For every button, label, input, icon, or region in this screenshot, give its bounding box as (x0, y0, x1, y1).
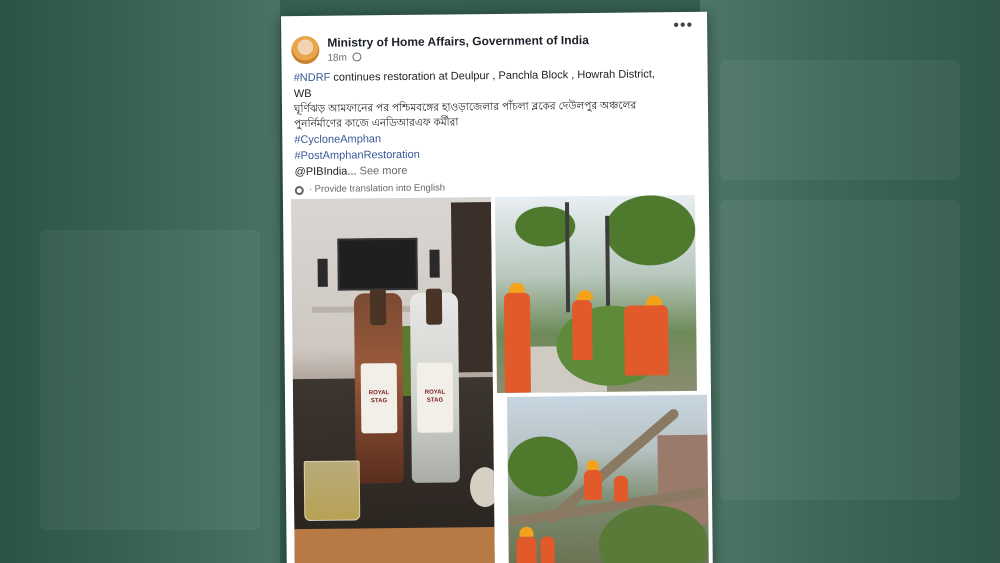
drink-glass (303, 460, 361, 522)
post-line: @PIBIndia... See more (295, 160, 697, 180)
television (337, 237, 418, 291)
post-meta: 18m (327, 52, 362, 64)
helmet (576, 289, 594, 301)
globe-icon (352, 52, 362, 62)
background-ghost-panel (720, 200, 960, 500)
background-ghost-panel (720, 60, 960, 180)
worker (583, 459, 603, 501)
whisky-bottle: ROYAL STAG (409, 288, 460, 483)
helmet (519, 526, 534, 537)
post-time[interactable]: 18m (327, 53, 347, 64)
speaker (317, 258, 328, 287)
post-line-text: continues restoration at Deulpur , Panch… (330, 68, 656, 84)
worker (624, 295, 669, 376)
hashtag-ndrf[interactable]: #NDRF (294, 72, 331, 84)
photo-ndrf-workers-2[interactable] (507, 394, 709, 563)
photo-grid: ROYAL STAG ROYAL STAG (290, 194, 709, 563)
photo-ndrf-workers-1[interactable] (494, 194, 697, 393)
bottle-label: ROYAL STAG (360, 363, 398, 434)
see-more-link[interactable]: See more (360, 165, 408, 177)
worker (503, 282, 531, 393)
worker (572, 289, 594, 361)
plate (469, 466, 495, 508)
helmet (645, 295, 663, 306)
helmet (586, 459, 599, 471)
more-options-icon[interactable]: ••• (673, 17, 693, 35)
post-header: Ministry of Home Affairs, Government of … (281, 12, 708, 66)
helmet (508, 282, 525, 293)
translate-link[interactable]: · Provide translation into English (309, 181, 445, 198)
gear-icon (294, 185, 304, 195)
bottle-neck (369, 289, 387, 326)
mention-pib-india[interactable]: @PIBIndia... (295, 165, 357, 178)
facebook-post-card: Ministry of Home Affairs, Government of … (281, 11, 713, 563)
post-text: #NDRF continues restoration at Deulpur ,… (282, 62, 709, 198)
avatar[interactable] (291, 35, 320, 65)
worker (516, 526, 537, 563)
background-ghost-panel (40, 230, 260, 530)
worker (613, 475, 629, 502)
photo-bottles[interactable]: ROYAL STAG ROYAL STAG (290, 197, 495, 563)
whisky-bottle: ROYAL STAG (353, 289, 404, 484)
tree (507, 436, 579, 497)
tree (604, 194, 696, 266)
bottle-neck (425, 288, 443, 325)
speaker (429, 249, 440, 278)
table-edge (294, 527, 495, 563)
page-name[interactable]: Ministry of Home Affairs, Government of … (327, 33, 589, 50)
worker (540, 536, 555, 563)
bottle-label: ROYAL STAG (416, 362, 454, 433)
